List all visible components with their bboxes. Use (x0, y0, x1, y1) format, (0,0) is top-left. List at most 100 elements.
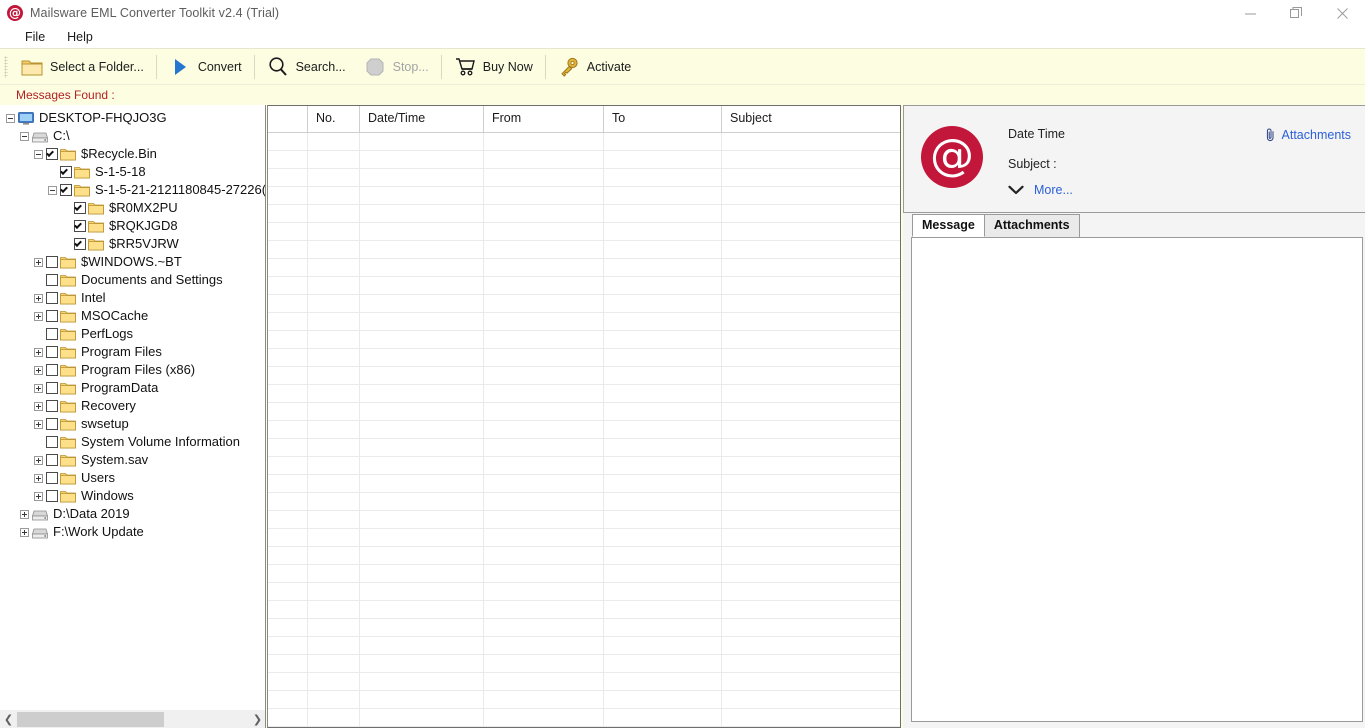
tree-node-checkbox[interactable] (46, 400, 58, 412)
expand-plus-icon[interactable] (34, 257, 43, 267)
table-row[interactable] (268, 151, 900, 169)
buy-now-button[interactable]: Buy Now (445, 52, 542, 82)
chevron-left-icon[interactable]: ❮ (0, 710, 17, 728)
expand-plus-icon[interactable] (20, 509, 29, 519)
tree-node-checkbox[interactable] (46, 274, 58, 286)
tree-node[interactable]: MSOCache (0, 307, 265, 325)
tree-scroll-track[interactable] (17, 709, 249, 728)
tree-node-checkbox[interactable] (46, 454, 58, 466)
table-row[interactable] (268, 403, 900, 421)
table-row[interactable] (268, 439, 900, 457)
tree-node[interactable]: $R0MX2PU (0, 199, 265, 217)
column-header[interactable]: Subject (722, 106, 900, 133)
table-row[interactable] (268, 367, 900, 385)
tree-node[interactable]: ProgramData (0, 379, 265, 397)
tree-node[interactable]: $WINDOWS.~BT (0, 253, 265, 271)
table-row[interactable] (268, 205, 900, 223)
tree-node[interactable]: $Recycle.Bin (0, 145, 265, 163)
folder-tree-scroll-area[interactable]: DESKTOP-FHQJO3G C:\ $Recycle.Bin S-1-5-18 S-… (0, 105, 265, 709)
tree-node[interactable]: Documents and Settings (0, 271, 265, 289)
table-row[interactable] (268, 619, 900, 637)
toolbar-grip[interactable] (4, 55, 8, 78)
tree-node-checkbox[interactable] (60, 184, 72, 196)
preview-body[interactable] (911, 237, 1363, 722)
tree-node-checkbox[interactable] (46, 148, 58, 160)
table-row[interactable] (268, 529, 900, 547)
table-row[interactable] (268, 313, 900, 331)
table-row[interactable] (268, 331, 900, 349)
column-header[interactable]: No. (308, 106, 360, 133)
tab-attachments[interactable]: Attachments (983, 214, 1080, 237)
table-row[interactable] (268, 349, 900, 367)
table-row[interactable] (268, 673, 900, 691)
preview-attachments-row[interactable]: Attachments (1265, 128, 1351, 142)
menu-item-file[interactable]: File (14, 28, 56, 46)
tree-node-checkbox[interactable] (46, 310, 58, 322)
expand-plus-icon[interactable] (34, 419, 43, 429)
expand-plus-icon[interactable] (34, 347, 43, 357)
expand-plus-icon[interactable] (34, 383, 43, 393)
expand-plus-icon[interactable] (34, 491, 43, 501)
tree-node[interactable]: swsetup (0, 415, 265, 433)
collapse-minus-icon[interactable] (20, 131, 29, 141)
tree-node-checkbox[interactable] (46, 382, 58, 394)
tree-node[interactable]: S-1-5-21-2121180845-27226( (0, 181, 265, 199)
table-row[interactable] (268, 169, 900, 187)
collapse-minus-icon[interactable] (48, 185, 57, 195)
table-row[interactable] (268, 295, 900, 313)
tree-node[interactable]: Program Files (0, 343, 265, 361)
chevron-right-icon[interactable]: ❯ (249, 710, 265, 728)
activate-button[interactable]: Activate (549, 52, 640, 82)
table-row[interactable] (268, 655, 900, 673)
tree-node[interactable]: $RQKJGD8 (0, 217, 265, 235)
minimize-icon[interactable] (1227, 0, 1273, 26)
message-list-body[interactable] (268, 133, 900, 727)
table-row[interactable] (268, 421, 900, 439)
table-row[interactable] (268, 385, 900, 403)
tree-node-checkbox[interactable] (46, 292, 58, 304)
tree-node[interactable]: System Volume Information (0, 433, 265, 451)
expand-plus-icon[interactable] (34, 473, 43, 483)
column-header[interactable] (268, 106, 308, 133)
tree-node-checkbox[interactable] (46, 328, 58, 340)
table-row[interactable] (268, 565, 900, 583)
table-row[interactable] (268, 511, 900, 529)
tree-node[interactable]: PerfLogs (0, 325, 265, 343)
table-row[interactable] (268, 637, 900, 655)
tree-node-checkbox[interactable] (74, 238, 86, 250)
tree-node[interactable]: Program Files (x86) (0, 361, 265, 379)
table-row[interactable] (268, 133, 900, 151)
folder-tree[interactable]: DESKTOP-FHQJO3G C:\ $Recycle.Bin S-1-5-18 S-… (0, 105, 265, 541)
expand-plus-icon[interactable] (34, 293, 43, 303)
table-row[interactable] (268, 601, 900, 619)
select-a-folder-button[interactable]: Select a Folder... (12, 52, 153, 82)
table-row[interactable] (268, 241, 900, 259)
tree-node[interactable]: D:\Data 2019 (0, 505, 265, 523)
tree-node[interactable]: S-1-5-18 (0, 163, 265, 181)
tree-node-checkbox[interactable] (46, 436, 58, 448)
preview-more-link[interactable]: More... (1034, 183, 1073, 197)
tree-node-checkbox[interactable] (60, 166, 72, 178)
tab-message[interactable]: Message (912, 214, 985, 237)
expand-plus-icon[interactable] (34, 455, 43, 465)
column-header[interactable]: From (484, 106, 604, 133)
tree-node[interactable]: C:\ (0, 127, 265, 145)
table-row[interactable] (268, 259, 900, 277)
message-list-header[interactable]: No. Date/Time From To Subject (268, 106, 900, 133)
tree-node[interactable]: Recovery (0, 397, 265, 415)
tree-node[interactable]: Windows (0, 487, 265, 505)
expand-plus-icon[interactable] (34, 401, 43, 411)
table-row[interactable] (268, 277, 900, 295)
table-row[interactable] (268, 223, 900, 241)
expand-plus-icon[interactable] (34, 311, 43, 321)
expand-plus-icon[interactable] (34, 365, 43, 375)
collapse-minus-icon[interactable] (34, 149, 43, 159)
table-row[interactable] (268, 457, 900, 475)
tree-node[interactable]: $RR5VJRW (0, 235, 265, 253)
table-row[interactable] (268, 475, 900, 493)
tree-node-checkbox[interactable] (74, 220, 86, 232)
tree-horizontal-scrollbar[interactable]: ❮ ❯ (0, 709, 265, 728)
expand-plus-icon[interactable] (20, 527, 29, 537)
tree-node-checkbox[interactable] (46, 418, 58, 430)
tree-node-checkbox[interactable] (46, 256, 58, 268)
